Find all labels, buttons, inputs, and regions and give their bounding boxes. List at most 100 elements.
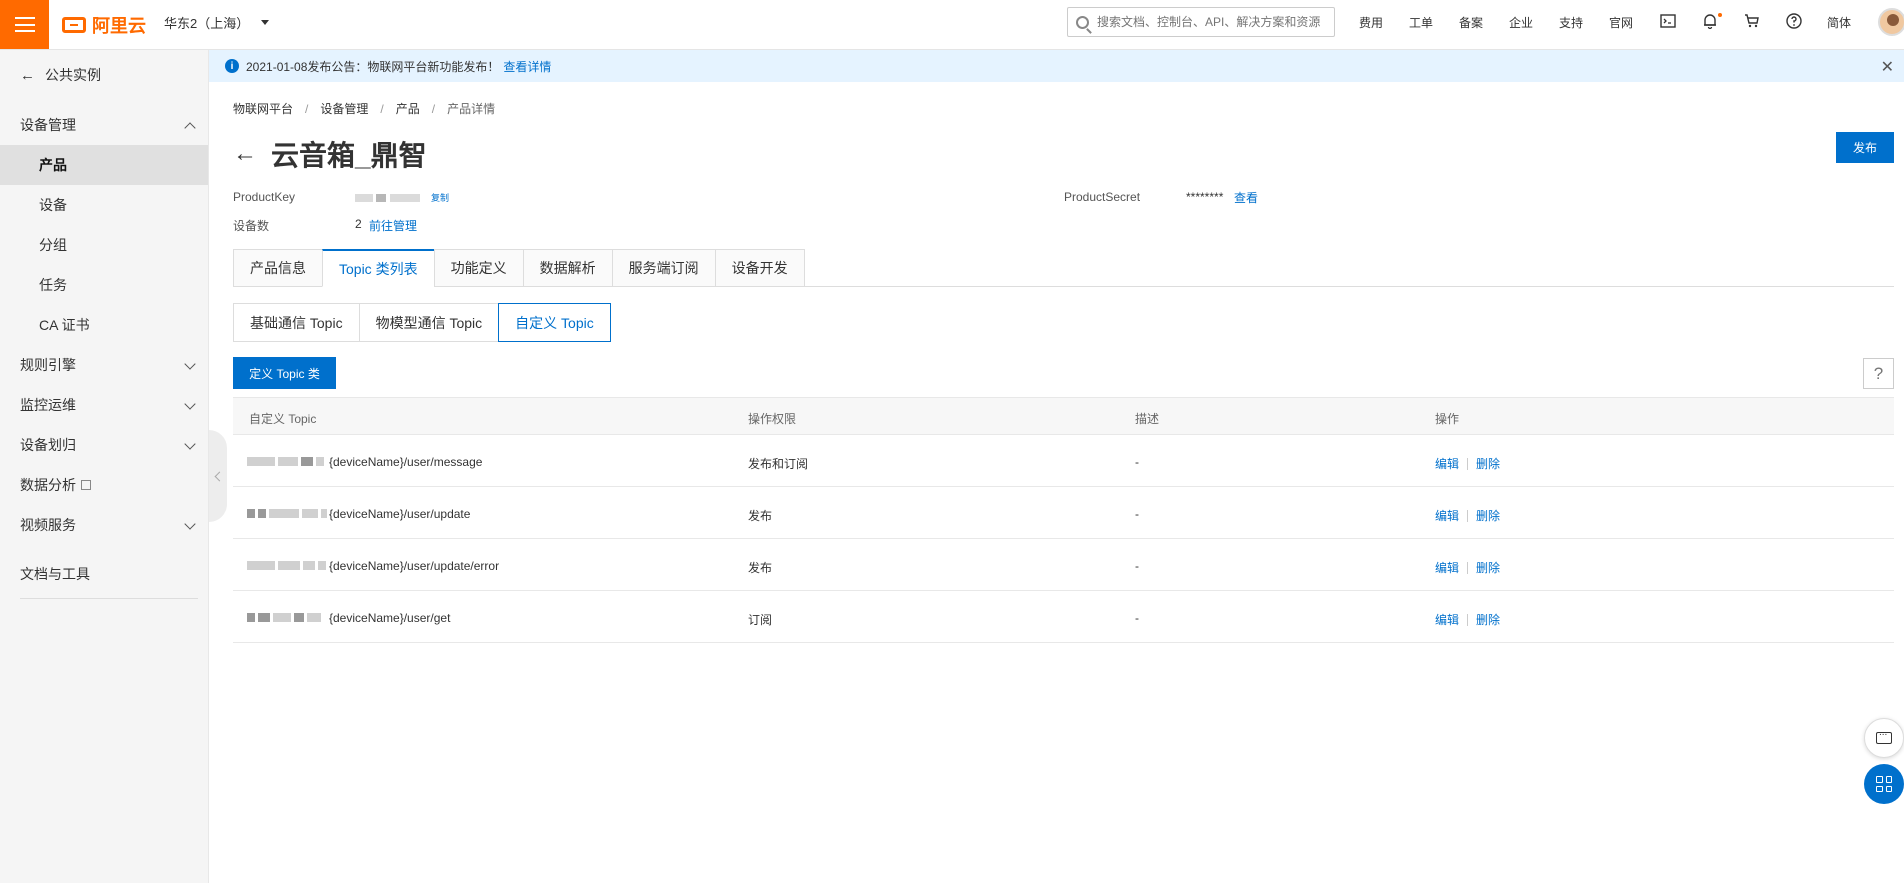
table-row: {deviceName}/user/update/error 发布 - 编辑 删除 — [233, 539, 1894, 591]
breadcrumb-item[interactable]: 设备管理 — [320, 102, 368, 116]
subtab-custom-topic[interactable]: 自定义 Topic — [498, 303, 611, 342]
sidebar-item-group[interactable]: 分组 — [0, 225, 208, 265]
edit-link[interactable]: 编辑 — [1435, 559, 1459, 576]
sidebar-collapse-handle[interactable] — [209, 430, 227, 522]
tab-device-development[interactable]: 设备开发 — [714, 249, 805, 287]
sidebar-item-docs-tools[interactable]: 文档与工具 — [0, 554, 208, 594]
topic-name: {deviceName}/user/update/error — [329, 559, 500, 573]
tab-product-info[interactable]: 产品信息 — [233, 249, 322, 287]
view-secret-link[interactable]: 查看 — [1234, 189, 1258, 206]
terminal-icon[interactable] — [1659, 12, 1677, 30]
sidebar-group-device-assignment[interactable]: 设备划归 — [0, 425, 208, 465]
tab-function-definition[interactable]: 功能定义 — [433, 249, 523, 287]
announcement-link[interactable]: 查看详情 — [503, 58, 551, 75]
sidebar-group-rule-engine[interactable]: 规则引擎 — [0, 345, 208, 385]
sidebar-group-monitoring[interactable]: 监控运维 — [0, 385, 208, 425]
menu-button[interactable] — [0, 0, 49, 49]
back-to-instances[interactable]: ← 公共实例 — [20, 65, 101, 85]
bell-icon[interactable] — [1701, 12, 1719, 30]
row-actions: 编辑 删除 — [1435, 611, 1500, 628]
subtab-basic-topic[interactable]: 基础通信 Topic — [233, 303, 359, 342]
masked-text — [355, 193, 373, 202]
aliyun-logo[interactable]: 阿里云 — [62, 12, 146, 38]
product-name: 云音箱_鼎智 — [271, 140, 427, 171]
tab-server-subscription[interactable]: 服务端订阅 — [611, 249, 715, 287]
table-row: {deviceName}/user/message 发布和订阅 - 编辑 删除 — [233, 435, 1894, 487]
description-cell: - — [1135, 507, 1139, 521]
aliyun-logo-icon — [62, 17, 86, 33]
toplink-official[interactable]: 官网 — [1609, 14, 1633, 31]
delete-link[interactable]: 删除 — [1476, 507, 1500, 524]
edit-link[interactable]: 编辑 — [1435, 455, 1459, 472]
sidebar-item-label: 文档与工具 — [20, 566, 90, 582]
table-row: {deviceName}/user/get 订阅 - 编辑 删除 — [233, 591, 1894, 643]
toplink-billing[interactable]: 费用 — [1359, 14, 1383, 31]
region-selector[interactable]: 华东2（上海） — [164, 13, 270, 32]
row-actions: 编辑 删除 — [1435, 559, 1500, 576]
search-input[interactable] — [1097, 15, 1327, 29]
masked-topic-prefix — [247, 508, 327, 518]
breadcrumb-item[interactable]: 产品 — [396, 102, 420, 116]
question-mark-icon[interactable]: ? — [1863, 358, 1894, 389]
topic-name: {deviceName}/user/message — [329, 455, 483, 469]
sidebar-group-video[interactable]: 视频服务 — [0, 505, 208, 545]
masked-text — [376, 193, 387, 202]
toplink-enterprise[interactable]: 企业 — [1509, 14, 1533, 31]
masked-text — [389, 193, 420, 202]
global-search[interactable] — [1067, 7, 1335, 37]
announcement-text: 2021-01-08发布公告：物联网平台新功能发布！ — [246, 59, 500, 74]
sidebar-group-label: 规则引擎 — [20, 357, 76, 373]
user-avatar[interactable] — [1878, 8, 1904, 36]
chat-button[interactable] — [1864, 718, 1904, 758]
masked-topic-prefix — [247, 456, 324, 466]
edit-link[interactable]: 编辑 — [1435, 611, 1459, 628]
copy-link[interactable]: 复制 — [431, 193, 449, 203]
delete-link[interactable]: 删除 — [1476, 611, 1500, 628]
tab-data-parsing[interactable]: 数据解析 — [522, 249, 612, 287]
permission-cell: 订阅 — [748, 613, 773, 627]
notification-dot — [1718, 13, 1722, 17]
row-actions: 编辑 删除 — [1435, 455, 1500, 472]
sidebar-divider — [20, 598, 198, 599]
subtab-model-topic[interactable]: 物模型通信 Topic — [358, 303, 499, 342]
toplink-icp[interactable]: 备案 — [1459, 14, 1483, 31]
language-switch[interactable]: 简体 — [1827, 14, 1851, 31]
publish-button[interactable]: 发布 — [1836, 132, 1894, 163]
logo-text: 阿里云 — [92, 16, 146, 36]
sidebar-item-device[interactable]: 设备 — [0, 185, 208, 225]
apps-grid-icon — [1876, 776, 1892, 792]
toplink-support[interactable]: 支持 — [1559, 14, 1583, 31]
edit-link[interactable]: 编辑 — [1435, 507, 1459, 524]
description-cell: - — [1135, 455, 1139, 469]
cart-icon[interactable] — [1743, 12, 1761, 30]
close-icon[interactable]: ✕ — [1881, 57, 1894, 77]
chevron-down-icon — [184, 358, 196, 370]
breadcrumb-item[interactable]: 物联网平台 — [233, 102, 293, 116]
column-header-permission: 操作权限 — [748, 412, 797, 426]
sidebar-group-device-management[interactable]: 设备管理 — [0, 105, 208, 145]
chat-bubble-icon — [1876, 727, 1892, 744]
masked-topic-prefix — [247, 612, 321, 622]
productsecret-value: ******** — [1186, 190, 1224, 204]
sidebar: ← 公共实例 设备管理 产品 设备 分组 任务 CA 证书 规则引擎 监控运维 … — [0, 50, 209, 883]
apps-button[interactable] — [1864, 764, 1904, 804]
chevron-left-icon — [214, 471, 225, 481]
top-bar: 阿里云 华东2（上海） 费用 工单 备案 企业 支持 官网 简体 — [0, 0, 1904, 50]
sidebar-item-ca-cert[interactable]: CA 证书 — [0, 305, 208, 345]
sidebar-item-task[interactable]: 任务 — [0, 265, 208, 305]
device-count-label: 设备数 — [233, 219, 270, 233]
breadcrumb: 物联网平台 / 设备管理 / 产品 / 产品详情 — [233, 102, 496, 116]
sidebar-item-data-analysis[interactable]: 数据分析 — [0, 465, 208, 505]
help-circle-icon[interactable] — [1785, 12, 1803, 30]
arrow-left-icon[interactable]: ← — [233, 140, 257, 168]
info-icon: i — [225, 59, 239, 73]
tab-topic-list[interactable]: Topic 类列表 — [322, 249, 434, 287]
topic-subtabs: 基础通信 Topic 物模型通信 Topic 自定义 Topic — [233, 303, 611, 342]
back-label: 公共实例 — [45, 67, 101, 83]
manage-devices-link[interactable]: 前往管理 — [369, 217, 417, 234]
delete-link[interactable]: 删除 — [1476, 559, 1500, 576]
define-topic-button[interactable]: 定义 Topic 类 — [233, 357, 336, 389]
sidebar-item-product[interactable]: 产品 — [0, 145, 208, 185]
delete-link[interactable]: 删除 — [1476, 455, 1500, 472]
toplink-ticket[interactable]: 工单 — [1409, 14, 1433, 31]
